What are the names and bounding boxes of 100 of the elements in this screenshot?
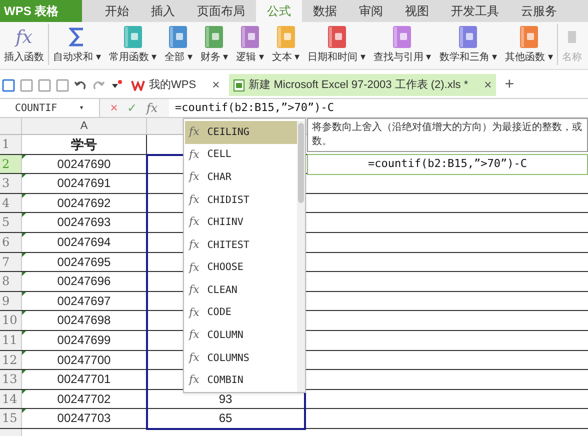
autocomplete-item[interactable]: fx CHIINV (185, 211, 297, 234)
book-icon (276, 25, 296, 49)
autocomplete-item[interactable]: fx CHOOSE (185, 256, 297, 280)
tooltip-text: 数。 (312, 135, 333, 149)
row-header[interactable]: 11 (0, 330, 22, 350)
printer-icon[interactable] (56, 78, 69, 92)
row-header[interactable]: 12 (0, 350, 22, 370)
book-icon (240, 25, 260, 49)
redo-icon[interactable] (92, 78, 105, 92)
ribbon-button[interactable]: fx 插入函数 (0, 24, 48, 65)
menu-tab[interactable]: 数据 (302, 0, 348, 22)
document-icon[interactable] (38, 78, 51, 92)
function-name: CHOOSE (207, 261, 244, 276)
function-icon: fx (189, 372, 200, 389)
sum-icon (68, 27, 85, 47)
document-icon[interactable] (20, 78, 33, 92)
row-header[interactable]: 6 (0, 232, 22, 252)
ribbon-button[interactable]: 财务 ▾ (196, 24, 232, 65)
book-icon (458, 25, 478, 49)
column-header[interactable]: A (22, 118, 147, 134)
edit-cell[interactable]: =countif(b2:B15,”>70”)-C (307, 154, 588, 175)
row-header[interactable]: 14 (0, 390, 22, 408)
row-header[interactable]: 3 (0, 174, 22, 193)
ribbon-button[interactable]: 自动求和 ▾ (48, 24, 105, 65)
menu-tab[interactable]: 开发工具 (440, 0, 510, 22)
row-header[interactable]: 7 (0, 252, 22, 272)
table-cell: 00247696 (22, 272, 147, 291)
function-icon: fx (189, 350, 200, 366)
table-cell: 00247692 (22, 194, 147, 212)
scrollbar[interactable] (297, 121, 305, 392)
menu-tab[interactable]: 页面布局 (186, 0, 256, 22)
name-box[interactable]: COUNTIF ▾ (0, 99, 100, 117)
insert-function-button[interactable]: fx (141, 99, 163, 117)
function-icon: fx (16, 24, 32, 50)
table-cell: 00247700 (22, 350, 147, 370)
document-tab[interactable]: 我的WPS × (127, 74, 224, 96)
table-cell: 00247698 (22, 311, 147, 330)
document-tab[interactable]: 新建 Microsoft Excel 97-2003 工作表 (2).xls * × (228, 74, 496, 96)
autocomplete-item[interactable]: fx CHITEST (185, 234, 297, 256)
row-header[interactable]: 15 (0, 409, 22, 428)
tooltip-text: 将参数向上舍入（沿绝对值增大的方向）为最接近的整数，或 (312, 121, 583, 135)
book-icon (204, 25, 224, 49)
function-icon: fx (189, 260, 200, 276)
menu-tab[interactable]: 云服务 (510, 0, 568, 22)
close-tab-button[interactable]: × (484, 75, 492, 95)
book-icon (326, 25, 347, 49)
ribbon-button[interactable]: 其他函数 ▾ (501, 24, 557, 65)
autocomplete-item[interactable]: fx CEILING (185, 121, 297, 144)
autocomplete-item[interactable]: fx CLEAN (185, 279, 297, 302)
table-cell: 65 (147, 409, 305, 428)
autocomplete-item[interactable]: fx COLUMNS (185, 346, 297, 370)
save-icon[interactable] (2, 78, 15, 92)
app-menu-button[interactable]: WPS 表格 (0, 0, 82, 22)
autocomplete-item[interactable]: fx CHAR (185, 166, 297, 189)
table-cell: 00247703 (22, 409, 147, 428)
ribbon-button[interactable]: 逻辑 ▾ (232, 24, 268, 65)
row-header[interactable]: 5 (0, 213, 22, 232)
function-icon: fx (189, 327, 200, 344)
book-icon (392, 25, 412, 49)
row-header[interactable]: 8 (0, 272, 22, 291)
close-tab-button[interactable]: × (212, 75, 220, 95)
function-icon: fx (189, 214, 200, 231)
table-cell: 00247701 (22, 370, 147, 389)
ribbon-button[interactable]: 文本 ▾ (268, 24, 304, 65)
ribbon-button[interactable]: 日期和时间 ▾ (304, 24, 370, 65)
menu-tab[interactable]: 审阅 (348, 0, 394, 22)
new-tab-button[interactable]: + (500, 73, 518, 97)
function-name: CHIDIST (207, 194, 250, 208)
row-header[interactable]: 9 (0, 292, 22, 310)
menu-tab[interactable]: 开始 (94, 0, 140, 22)
function-name: CEILING (207, 126, 250, 140)
book-icon (122, 25, 143, 49)
row-header[interactable]: 13 (0, 370, 22, 389)
autocomplete-item[interactable]: fx CELL (185, 144, 297, 166)
row-header[interactable]: 4 (0, 194, 22, 212)
menu-tab[interactable]: 公式 (256, 0, 302, 22)
undo-icon[interactable] (74, 78, 87, 92)
function-name: CLEAN (207, 284, 238, 298)
table-cell: 00247690 (22, 154, 147, 174)
table-cell: 00247691 (22, 174, 147, 193)
row-header[interactable]: 1 (0, 135, 22, 154)
menu-tab[interactable]: 插入 (140, 0, 186, 22)
autocomplete-item[interactable]: fx CODE (185, 302, 297, 324)
ribbon-button[interactable]: 常用函数 ▾ (104, 24, 161, 65)
autocomplete-item[interactable]: fx CHIDIST (185, 188, 297, 212)
menu-tab[interactable]: 视图 (394, 0, 440, 22)
ribbon-button[interactable]: 查找与引用 ▾ (369, 24, 436, 65)
ribbon-button[interactable]: 全部 ▾ (160, 24, 196, 65)
ribbon-button[interactable]: 数学和三角 ▾ (435, 24, 502, 65)
function-name: COLUMNS (207, 352, 250, 366)
autocomplete-item[interactable]: fx COLUMN (185, 324, 297, 347)
function-name: CELL (207, 148, 232, 162)
formula-field[interactable]: =countif(b2:B15,”>70”)-C (169, 99, 588, 117)
table-cell: 00247693 (22, 213, 147, 232)
function-icon: fx (189, 236, 200, 254)
autocomplete-item[interactable]: fx COMBIN (185, 369, 297, 392)
function-name: CHITEST (207, 238, 250, 253)
function-icon: fx (189, 146, 200, 164)
row-header[interactable]: 10 (0, 311, 22, 330)
function-name: CODE (207, 306, 232, 320)
